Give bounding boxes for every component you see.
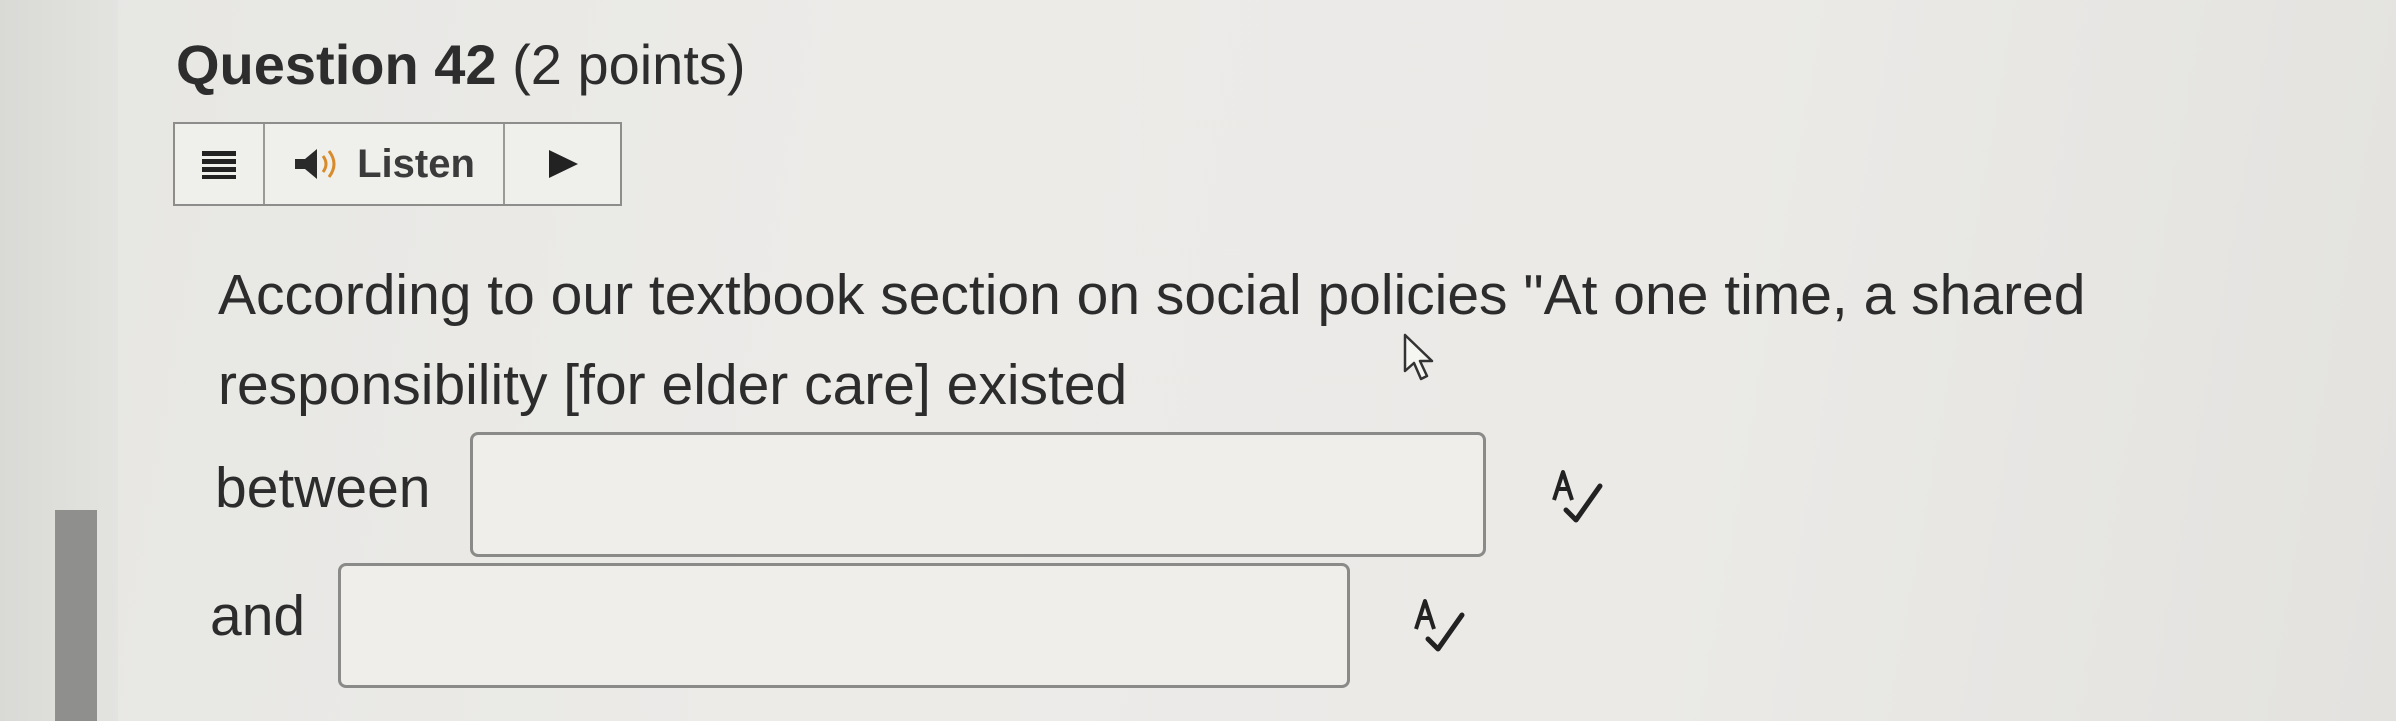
mouse-pointer-icon [1403, 333, 1434, 381]
toolbar-menu-button[interactable] [175, 124, 265, 204]
blank-2-label: and [210, 584, 306, 648]
question-points: (2 points) [512, 33, 746, 96]
menu-icon [202, 151, 236, 179]
play-button[interactable] [505, 124, 620, 204]
listen-toolbar: Listen [173, 122, 622, 206]
question-prompt: According to our textbook section on soc… [218, 263, 2086, 417]
blank-1-label: between [215, 456, 431, 520]
question-title: Question 42 (2 points) [176, 30, 746, 100]
blank-1-input[interactable] [470, 432, 1486, 557]
spellcheck-icon[interactable] [1410, 595, 1470, 655]
blank-2-input[interactable] [338, 563, 1350, 688]
question-number: Question 42 [176, 33, 497, 96]
listen-label: Listen [357, 141, 475, 186]
left-scrollbar[interactable] [55, 510, 97, 721]
play-icon [548, 150, 578, 178]
listen-button[interactable]: Listen [265, 124, 505, 204]
spellcheck-icon[interactable] [1548, 466, 1608, 526]
speaker-icon [295, 149, 336, 179]
